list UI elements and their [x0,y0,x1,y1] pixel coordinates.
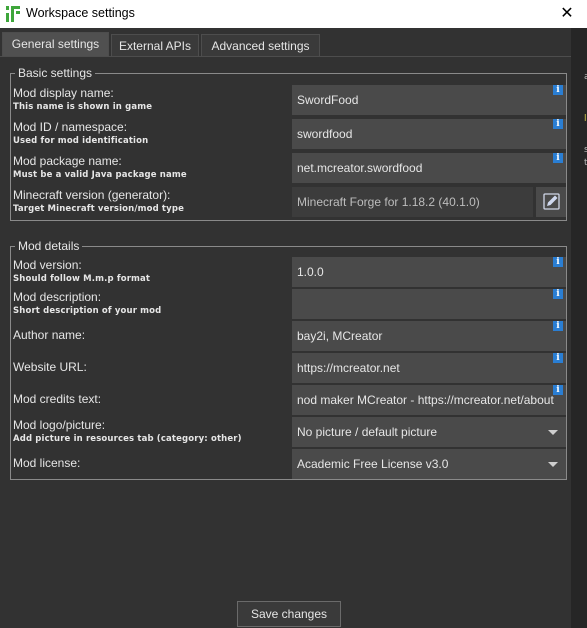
package-hint: Must be a valid Java package name [13,170,187,180]
save-changes-button[interactable]: Save changes [237,601,341,627]
tab-panel-divider [0,56,571,57]
license-row: Mod license: Academic Free License v3.0 [13,448,566,480]
info-icon[interactable]: i [553,321,563,331]
mod-description-label: Mod description: [13,290,102,304]
info-icon[interactable]: i [553,385,563,395]
logo-select[interactable]: No picture / default picture [292,417,566,447]
mcreator-logo-icon [6,6,20,22]
mod-id-value: swordfood [297,127,353,141]
license-label: Mod license: [13,456,81,470]
package-row: Mod package name: Must be a valid Java p… [13,152,566,184]
mod-version-label: Mod version: [13,258,82,272]
info-icon[interactable]: i [553,289,563,299]
mod-version-input[interactable]: 1.0.0 i [292,257,566,287]
chevron-down-icon[interactable] [548,430,558,435]
author-label: Author name: [13,328,86,342]
mod-description-row: Mod description: Short description of yo… [13,288,566,320]
author-input[interactable]: bay2i, MCreator i [292,321,566,351]
mod-description-input[interactable]: i [292,289,566,319]
close-icon: ✕ [560,5,574,22]
mod-version-row: Mod version: Should follow M.m.p format … [13,256,566,288]
tab-general-settings[interactable]: General settings [2,32,109,56]
display-name-input[interactable]: SwordFood i [292,85,566,115]
info-icon[interactable]: i [553,257,563,267]
display-name-label: Mod display name: [13,86,114,100]
pencil-icon [543,193,560,210]
mc-version-hint: Target Minecraft version/mod type [13,204,184,214]
mod-id-label: Mod ID / namespace: [13,120,128,134]
display-name-hint: This name is shown in game [13,102,153,112]
logo-hint: Add picture in resources tab (category: … [13,434,242,444]
website-row: Website URL: https://mcreator.net i [13,352,566,384]
license-select[interactable]: Academic Free License v3.0 [292,449,566,479]
mod-version-value: 1.0.0 [297,265,324,279]
close-button[interactable]: ✕ [547,0,587,28]
website-value: https://mcreator.net [297,361,400,375]
package-label: Mod package name: [13,154,122,168]
author-value: bay2i, MCreator [297,329,383,343]
info-icon[interactable]: i [553,119,563,129]
basic-settings-legend: Basic settings [18,66,93,80]
window-titlebar: Workspace settings ✕ [0,0,587,28]
window-title: Workspace settings [26,6,135,20]
info-icon[interactable]: i [553,153,563,163]
mc-version-label: Minecraft version (generator): [13,188,171,202]
package-input[interactable]: net.mcreator.swordfood i [292,153,566,183]
mod-details-legend: Mod details [18,239,80,253]
mod-id-input[interactable]: swordfood i [292,119,566,149]
credits-label: Mod credits text: [13,392,102,406]
logo-value: No picture / default picture [297,425,438,439]
logo-label: Mod logo/picture: [13,418,106,432]
mod-version-hint: Should follow M.m.p format [13,274,151,284]
mc-version-row: Minecraft version (generator): Target Mi… [13,186,566,218]
mc-version-field: Minecraft Forge for 1.18.2 (40.1.0) [292,187,533,217]
chevron-down-icon[interactable] [548,462,558,467]
website-label: Website URL: [13,360,87,374]
tab-external-apis[interactable]: External APIs [111,34,199,56]
mc-version-value: Minecraft Forge for 1.18.2 (40.1.0) [297,195,480,209]
info-icon[interactable]: i [553,353,563,363]
background-window-strip: a l s t [571,28,587,628]
author-row: Author name: bay2i, MCreator i [13,320,566,352]
credits-value: nod maker MCreator - https://mcreator.ne… [297,393,554,407]
background-glyph: l [584,114,587,124]
info-icon[interactable]: i [553,85,563,95]
tab-advanced-settings[interactable]: Advanced settings [201,34,320,56]
display-name-value: SwordFood [297,93,359,107]
credits-input[interactable]: nod maker MCreator - https://mcreator.ne… [292,385,566,415]
mod-id-hint: Used for mod identification [13,136,149,146]
mod-id-row: Mod ID / namespace: Used for mod identif… [13,118,566,150]
package-value: net.mcreator.swordfood [297,161,423,175]
mod-description-hint: Short description of your mod [13,306,162,316]
display-name-row: Mod display name: This name is shown in … [13,84,566,116]
logo-row: Mod logo/picture: Add picture in resourc… [13,416,566,448]
license-value: Academic Free License v3.0 [297,457,449,471]
website-input[interactable]: https://mcreator.net i [292,353,566,383]
credits-row: Mod credits text: nod maker MCreator - h… [13,384,566,416]
edit-generator-button[interactable] [536,187,566,217]
